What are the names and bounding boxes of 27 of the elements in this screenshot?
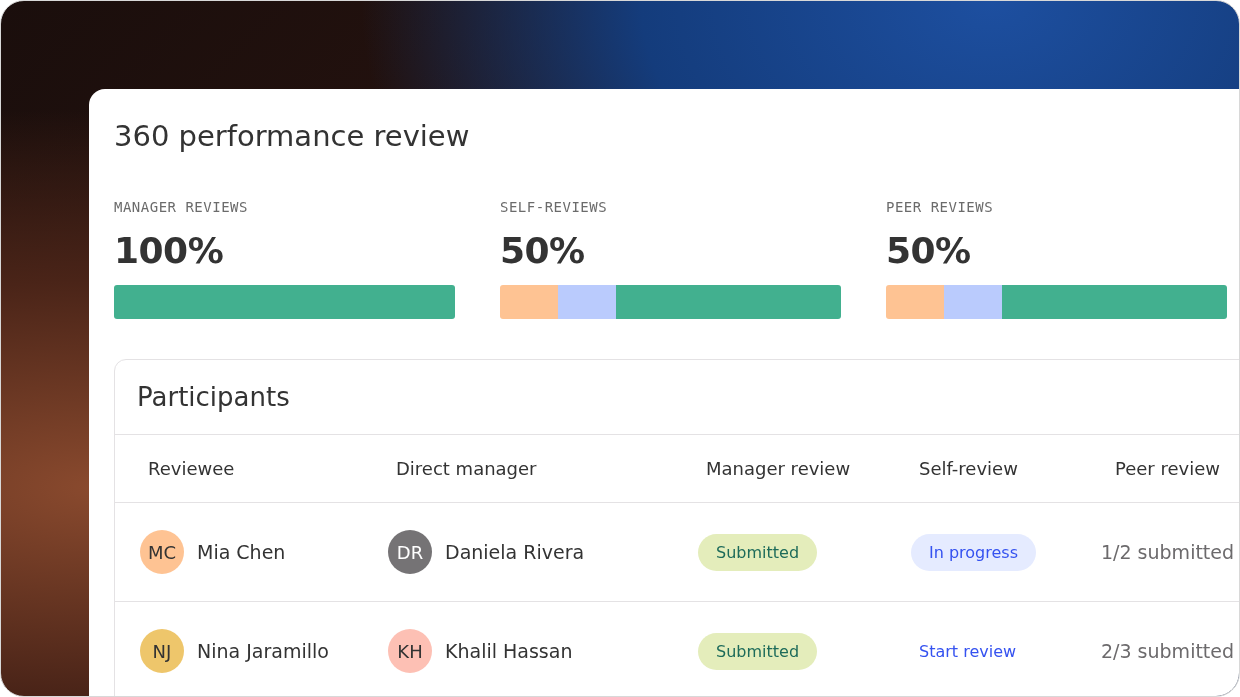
column-header: Manager review <box>706 458 852 479</box>
stat-label: MANAGER REVIEWS <box>114 199 249 217</box>
column-header: Reviewee <box>148 458 236 479</box>
person-name: Khalil Hassan <box>445 640 573 662</box>
column-header: Self-review <box>919 458 1019 479</box>
status-badge: In progress <box>911 533 1036 571</box>
start-review-link[interactable]: Start review <box>911 641 1025 661</box>
stat-value: 100% <box>114 229 225 273</box>
stat-label: PEER REVIEWS <box>886 199 995 217</box>
status-badge: Submitted <box>698 533 818 571</box>
status-badge: Submitted <box>698 632 818 670</box>
person-name: Nina Jaramillo <box>197 640 329 662</box>
avatar: KH <box>388 629 432 673</box>
peer-review-count: 1/2 submitted <box>1101 541 1236 563</box>
column-header: Direct manager <box>396 458 538 479</box>
person-name: Daniela Rivera <box>445 541 585 563</box>
avatar: NJ <box>140 629 184 673</box>
column-header: Peer review <box>1115 458 1221 479</box>
peer-review-count: 2/3 submitted <box>1101 640 1236 662</box>
avatar: DR <box>388 530 432 574</box>
page-title: 360 performance review <box>114 118 471 155</box>
stat-value: 50% <box>886 229 972 273</box>
stat-label: SELF-REVIEWS <box>500 199 609 217</box>
panel-title: Participants <box>136 381 291 414</box>
person-name: Mia Chen <box>197 541 286 563</box>
stat-value: 50% <box>500 229 586 273</box>
avatar: MC <box>140 530 184 574</box>
